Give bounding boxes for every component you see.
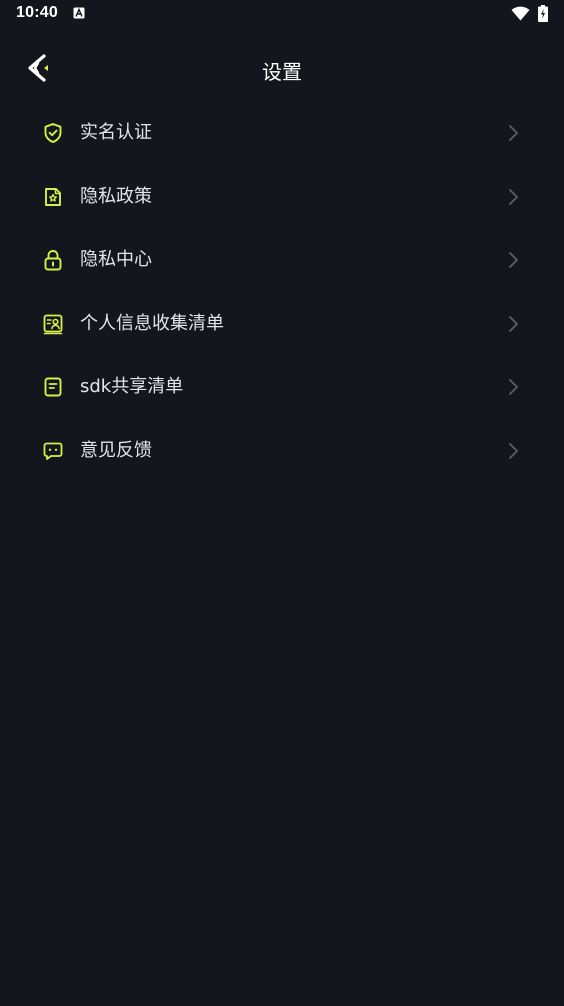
chevron-right-icon [509, 125, 518, 141]
header: 设置 [0, 40, 564, 96]
list-document-icon [44, 377, 62, 397]
menu-item-label: 个人信息收集清单 [80, 312, 224, 334]
menu-item-privacy-policy[interactable]: 隐私政策 [0, 165, 564, 229]
settings-menu-list: 实名认证 隐私政策 隐私中心 个人信息收集清单 sdk共享清单 意见反馈 [0, 101, 564, 482]
id-card-icon [43, 314, 63, 334]
status-bar: 10:40 [0, 0, 564, 28]
chevron-right-icon [509, 442, 518, 459]
battery-charging-icon [538, 5, 548, 22]
chat-bubble-icon [43, 442, 63, 460]
shield-check-icon [44, 123, 62, 143]
menu-item-personal-info-list[interactable]: 个人信息收集清单 [0, 292, 564, 356]
chevron-right-icon [509, 252, 518, 268]
lock-icon [44, 250, 62, 271]
chevron-right-icon [509, 188, 518, 205]
a-notification-icon [73, 7, 85, 19]
status-time: 10:40 [16, 4, 58, 21]
menu-item-label: sdk共享清单 [80, 376, 184, 397]
wifi-icon [511, 6, 530, 21]
chevron-right-icon [509, 379, 518, 395]
menu-item-label: 实名认证 [80, 122, 152, 143]
privacy-document-icon [45, 187, 61, 206]
menu-item-real-name-auth[interactable]: 实名认证 [0, 101, 564, 165]
menu-item-label: 隐私政策 [80, 185, 152, 207]
chevron-right-icon [509, 315, 518, 332]
menu-item-feedback[interactable]: 意见反馈 [0, 419, 564, 483]
page-title: 设置 [262, 60, 302, 84]
menu-item-label: 意见反馈 [80, 439, 152, 461]
menu-item-label: 隐私中心 [80, 249, 152, 270]
menu-item-privacy-center[interactable]: 隐私中心 [0, 228, 564, 292]
menu-item-sdk-share-list[interactable]: sdk共享清单 [0, 355, 564, 419]
